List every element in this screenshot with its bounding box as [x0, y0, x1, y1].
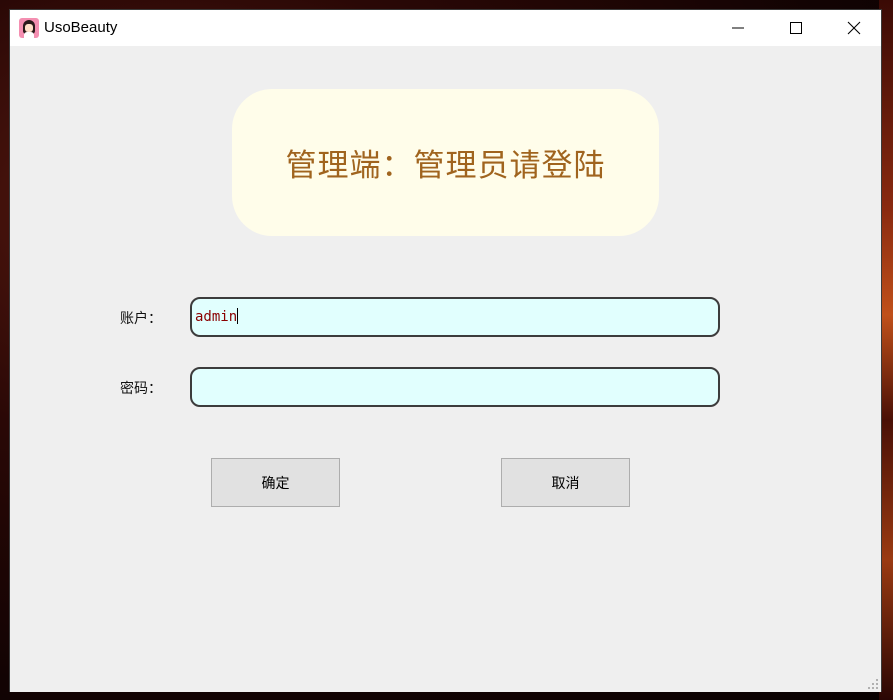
text-cursor [237, 308, 239, 324]
cancel-button-label: 取消 [551, 475, 580, 492]
app-window: UsoBeauty 管理端：管理员请登陆 账户： admin 密码： 确定 取消 [9, 9, 882, 692]
minimize-button[interactable] [709, 10, 767, 46]
account-input[interactable]: admin [190, 297, 720, 337]
confirm-button[interactable]: 确定 [211, 458, 340, 507]
account-label: 账户： [120, 311, 162, 327]
resize-grip-icon[interactable] [867, 678, 879, 690]
maximize-icon [790, 22, 802, 34]
password-input[interactable] [190, 367, 720, 407]
confirm-button-label: 确定 [261, 475, 290, 492]
cancel-button[interactable]: 取消 [501, 458, 630, 507]
close-icon [847, 21, 861, 35]
banner-title: 管理端：管理员请登陆 [285, 148, 606, 184]
anime-girl-icon [19, 18, 39, 38]
login-panel: 管理端：管理员请登陆 账户： admin 密码： 确定 取消 [10, 46, 881, 692]
close-button[interactable] [825, 10, 883, 46]
header-banner: 管理端：管理员请登陆 [232, 89, 659, 236]
title-bar[interactable]: UsoBeauty [10, 10, 881, 46]
minimize-icon [732, 27, 744, 29]
password-label: 密码： [120, 381, 162, 397]
maximize-button[interactable] [767, 10, 825, 46]
account-value: admin [195, 309, 238, 325]
window-title: UsoBeauty [44, 19, 118, 36]
